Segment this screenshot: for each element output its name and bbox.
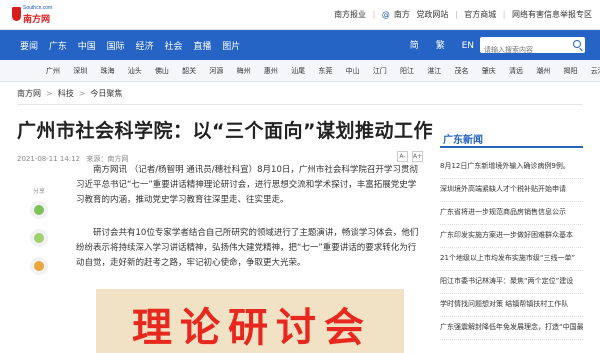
- sidebar-news-item[interactable]: 学时情找问题想对策 结镇帮镇扶村工作队: [440, 294, 583, 317]
- city-nav-items: 广州 深圳 珠海 汕头 佛山 韶关 河源 梅州 惠州 汕尾 东莞 中山 江门 阳…: [46, 66, 600, 76]
- separator: |: [454, 10, 458, 19]
- city-item[interactable]: 梅州: [237, 67, 251, 75]
- nav-item-guangdong[interactable]: 广东: [49, 42, 67, 52]
- search-box: [480, 37, 585, 58]
- wechat-icon: [34, 205, 44, 215]
- sidebar-news-list: 8月12日广东新增境外输入确诊病例9例。 深圳境外高端紧缺人才个税补贴开始申请 …: [440, 156, 583, 340]
- nav-item-society[interactable]: 社会: [164, 42, 182, 52]
- at-icon: @: [381, 10, 390, 19]
- top-link-report-zone[interactable]: 网络有害信息举报专区: [512, 10, 592, 19]
- southcn-logo-icon: [12, 7, 21, 21]
- city-item[interactable]: 茂名: [455, 67, 469, 75]
- top-link-gov-sites[interactable]: 党政网站: [416, 10, 448, 19]
- nav-item-photos[interactable]: 图片: [222, 42, 240, 52]
- city-item[interactable]: 阳江: [400, 67, 414, 75]
- sidebar-news-item[interactable]: 广东印发实施方案进一步做好困难群众基本: [440, 225, 583, 248]
- breadcrumb-divider: [17, 104, 583, 105]
- share-moments-button[interactable]: [30, 229, 48, 247]
- sidebar-news-item[interactable]: 阳江市委书记林涛平：聚焦“两个定位”建设: [440, 271, 583, 294]
- article-date: 2021-08-11 14:12: [17, 155, 81, 163]
- city-item[interactable]: 云浮: [591, 67, 600, 75]
- separator: |: [372, 10, 376, 19]
- sidebar-news-item[interactable]: 深圳境外高端紧缺人才个税补贴开始申请: [440, 179, 583, 202]
- share-label: 分享: [33, 188, 46, 195]
- breadcrumb: 南方网 > 科技 > 今日聚焦: [17, 88, 122, 99]
- city-item[interactable]: 清远: [509, 67, 523, 75]
- nav-item-live[interactable]: 直播: [193, 42, 211, 52]
- city-item[interactable]: 汕尾: [291, 67, 305, 75]
- top-link-nanfang[interactable]: 南方: [394, 10, 410, 19]
- logo-url-text: Southcn.com: [23, 5, 53, 11]
- city-item[interactable]: 湛江: [427, 67, 441, 75]
- city-item[interactable]: 潮州: [536, 67, 550, 75]
- nav-item-international[interactable]: 国际: [107, 42, 125, 52]
- top-links: 南方报业 | @ 南方 党政网站 | 官方商城 | 网络有害信息举报专区: [330, 9, 592, 20]
- article-paragraph-1: 南方网讯 （记者/杨智明 通讯员/穗社科宣）8月10日，广州市社会科学院召开学习…: [76, 165, 418, 205]
- main-nav-bar: 要闻 广东 中国 国际 经济 社会 直播 图片 简 繁 EN: [0, 30, 600, 60]
- city-item[interactable]: 江门: [373, 67, 387, 75]
- top-utility-bar: Southcn.com 南方网 南方报业 | @ 南方 党政网站 | 官方商城 |…: [0, 0, 600, 30]
- main-nav-items: 要闻 广东 中国 国际 经济 社会 直播 图片: [20, 39, 248, 52]
- sidebar-news-item[interactable]: 广东省将进一步规范商品房销售信息公示: [440, 202, 583, 225]
- nav-item-economy[interactable]: 经济: [136, 42, 154, 52]
- moments-icon: [34, 233, 44, 243]
- breadcrumb-today-focus[interactable]: 今日聚焦: [90, 89, 122, 98]
- banner-text: 理论研讨会: [132, 304, 372, 351]
- lang-traditional[interactable]: 繁: [436, 41, 445, 51]
- city-item[interactable]: 佛山: [155, 67, 169, 75]
- sidebar-header: 广东新闻: [440, 128, 583, 148]
- font-decrease-button[interactable]: A-: [397, 151, 408, 162]
- search-icon[interactable]: [573, 40, 581, 48]
- article-source: 来源：南方网: [86, 155, 129, 163]
- nav-item-headlines[interactable]: 要闻: [20, 42, 38, 52]
- top-link-official-mall[interactable]: 官方商城: [464, 10, 496, 19]
- logo-name: 南方网: [23, 15, 51, 25]
- sidebar-news-item[interactable]: 21个地级以上市均发布实施市级“三线一单”: [440, 248, 583, 271]
- share-wechat-button[interactable]: [30, 201, 48, 219]
- top-link-nanfang-baoye[interactable]: 南方报业: [334, 10, 366, 19]
- search-input[interactable]: [480, 42, 570, 58]
- sidebar-news-item[interactable]: 广东强震解封降低年免发展理念，打造“中国最美: [440, 317, 583, 340]
- city-item[interactable]: 肇庆: [482, 67, 496, 75]
- city-item[interactable]: 中山: [346, 67, 360, 75]
- share-weibo-button[interactable]: [30, 257, 48, 275]
- city-item[interactable]: 广州: [46, 67, 60, 75]
- separator: |: [502, 10, 506, 19]
- weibo-icon: [34, 261, 44, 271]
- city-item[interactable]: 汕头: [128, 67, 142, 75]
- sidebar-news-item[interactable]: 8月12日广东新增境外输入确诊病例9例。: [440, 156, 583, 179]
- breadcrumb-tech[interactable]: 科技: [58, 89, 74, 98]
- city-item[interactable]: 河源: [209, 67, 223, 75]
- city-item[interactable]: 揭阳: [563, 67, 577, 75]
- city-item[interactable]: 东莞: [318, 67, 332, 75]
- site-logo[interactable]: Southcn.com 南方网: [12, 4, 56, 26]
- city-item[interactable]: 惠州: [264, 67, 278, 75]
- sidebar-title[interactable]: 广东新闻: [443, 131, 483, 146]
- nav-item-china[interactable]: 中国: [78, 42, 96, 52]
- article-title: 广州市社会科学院：以“三个面向”谋划推动工作: [17, 120, 433, 142]
- city-item[interactable]: 珠海: [100, 67, 114, 75]
- language-switcher: 简 繁 EN: [396, 38, 474, 51]
- city-nav-bar: 广州 深圳 珠海 汕头 佛山 韶关 河源 梅州 惠州 汕尾 东莞 中山 江门 阳…: [0, 60, 600, 82]
- lang-english[interactable]: EN: [462, 41, 474, 51]
- lang-simplified[interactable]: 简: [410, 41, 419, 51]
- city-item[interactable]: 韶关: [182, 67, 196, 75]
- city-item[interactable]: 深圳: [73, 67, 87, 75]
- article-paragraph-2: 研讨会共有10位专家学者结合自己所研究的领域进行了主题演讲，畅谈学习体会，他们纷…: [76, 228, 419, 268]
- breadcrumb-separator-icon: >: [46, 89, 53, 98]
- breadcrumb-separator-icon: >: [78, 89, 86, 98]
- breadcrumb-home[interactable]: 南方网: [17, 89, 41, 98]
- article-banner-image: 理论研讨会: [96, 289, 404, 353]
- font-increase-button[interactable]: A+: [412, 151, 423, 162]
